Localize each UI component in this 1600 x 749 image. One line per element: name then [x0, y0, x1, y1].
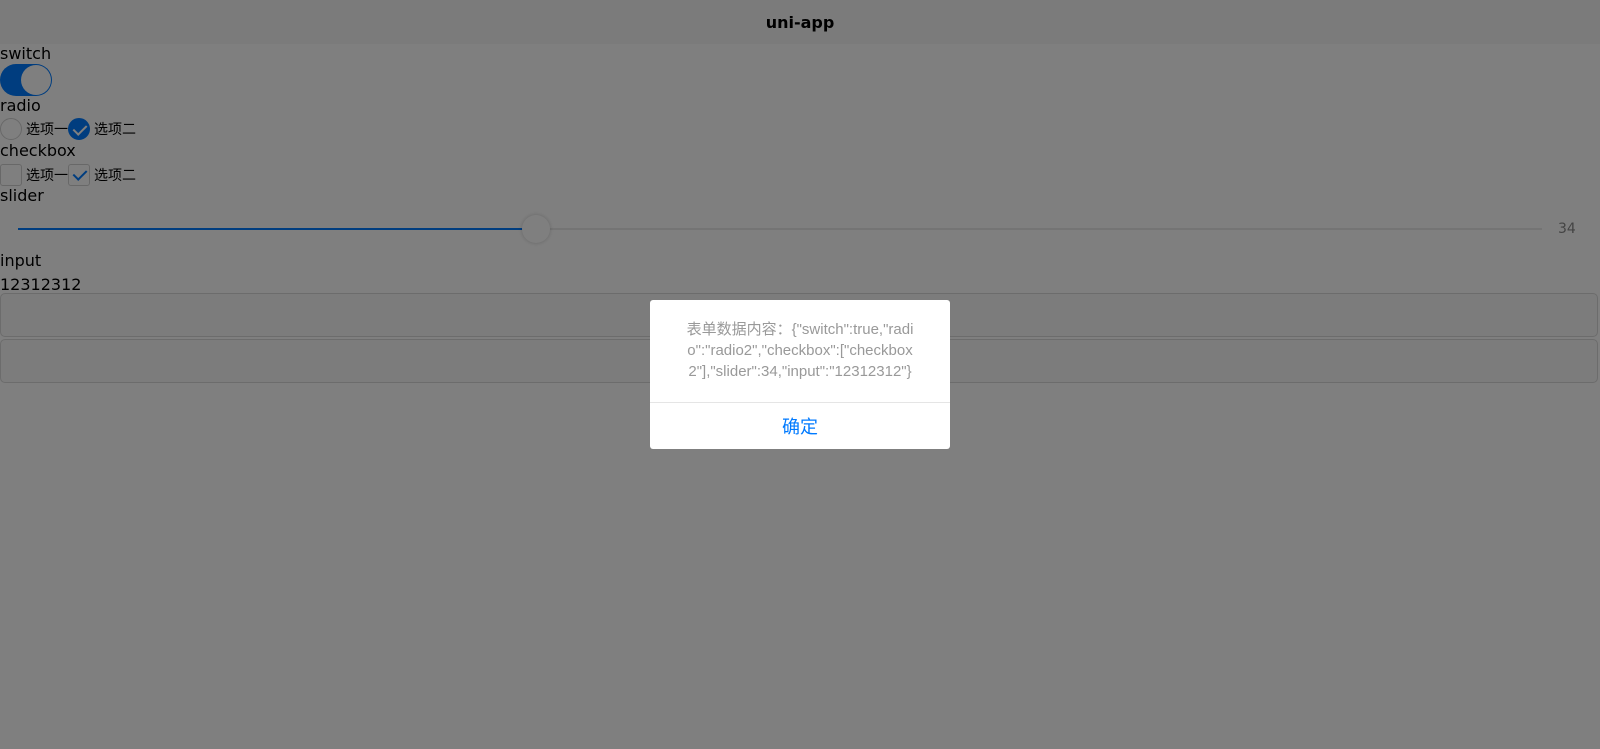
modal-content: 表单数据内容：{"switch":true,"radio":"radio2","… [686, 321, 914, 380]
modal-confirm-button[interactable]: 确定 [650, 403, 950, 449]
modal-dialog: 表单数据内容：{"switch":true,"radio":"radio2","… [650, 300, 950, 449]
modal-confirm-label: 确定 [782, 417, 818, 438]
